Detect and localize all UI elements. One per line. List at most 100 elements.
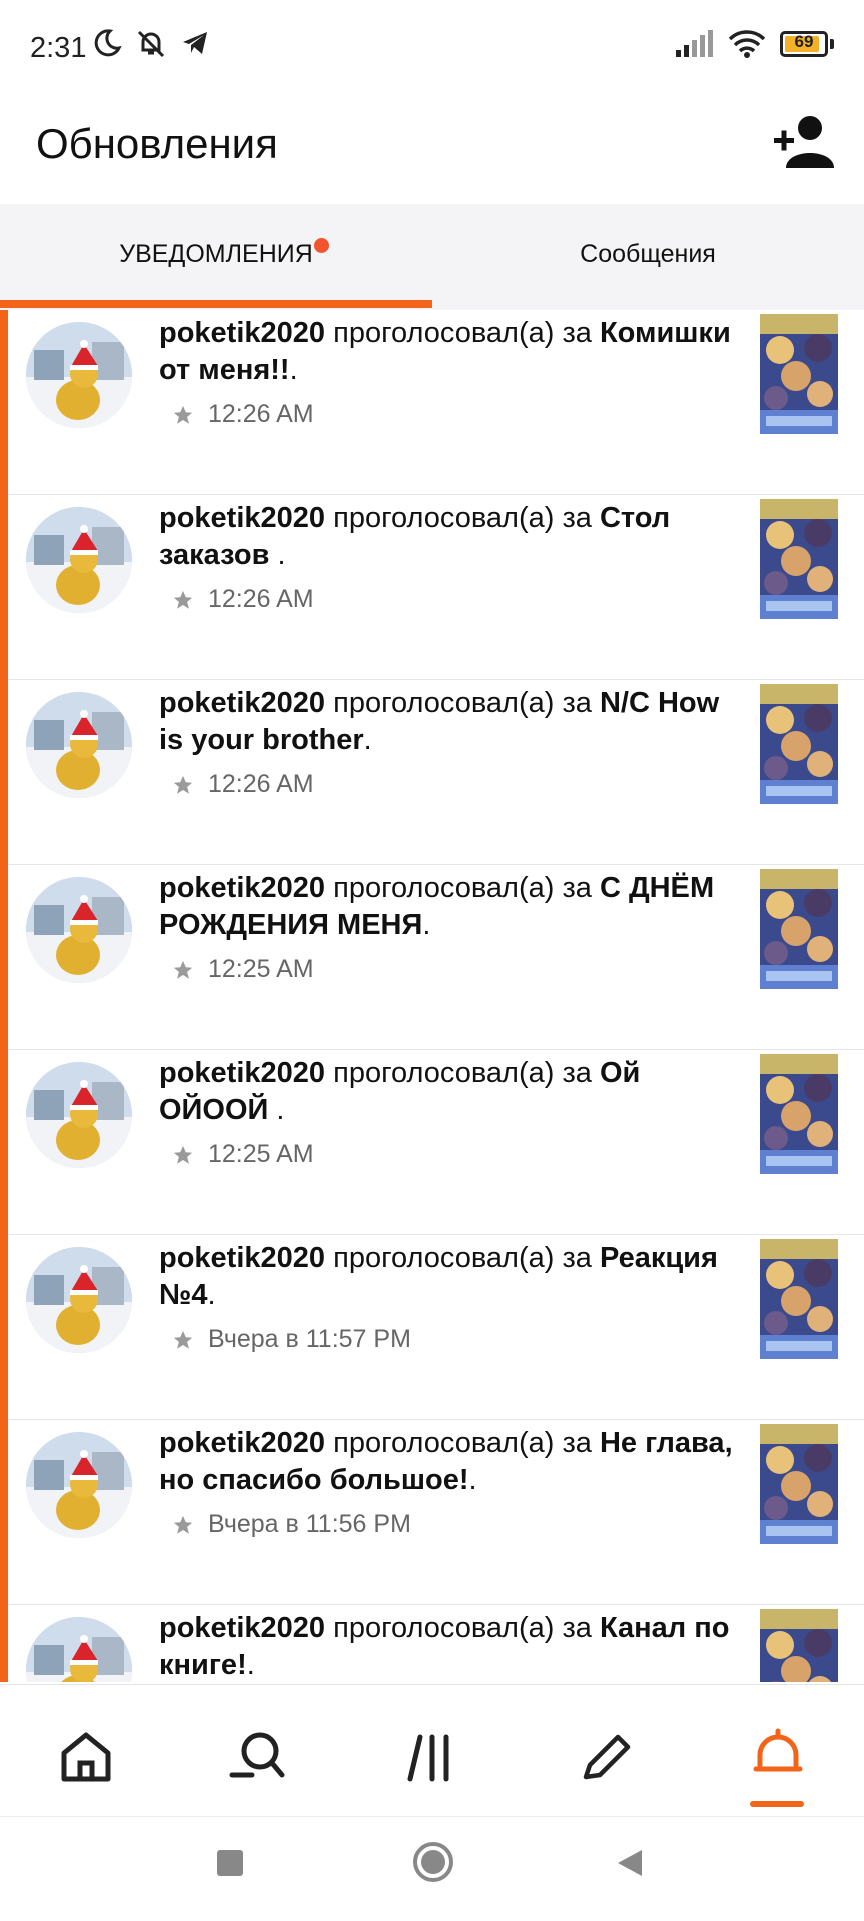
tab-bar: УВЕДОМЛЕНИЯ Сообщения	[0, 204, 864, 310]
star-icon	[173, 405, 193, 424]
user-name[interactable]: poketik2020	[159, 1057, 325, 1089]
notification-text: poketik2020 проголосовал(а) за Ой ОЙООЙ …	[159, 1055, 739, 1129]
timestamp: 12:26 AM	[172, 770, 314, 799]
status-time: 2:31	[30, 32, 87, 64]
status-bar: 2:31 69	[0, 0, 864, 100]
add-user-icon[interactable]	[772, 114, 836, 170]
avatar[interactable]	[26, 1617, 132, 1682]
notification-row[interactable]: poketik2020 проголосовал(а) за Стол зака…	[8, 495, 864, 680]
moon-icon	[94, 29, 122, 57]
user-name[interactable]: poketik2020	[159, 687, 325, 719]
time-label: 12:25 AM	[208, 1140, 314, 1168]
notification-text: poketik2020 проголосовал(а) за Не глава,…	[159, 1425, 739, 1499]
time-label: 12:25 AM	[208, 955, 314, 983]
signal-icon	[676, 30, 713, 57]
notification-row[interactable]: poketik2020 проголосовал(а) за Канал по …	[8, 1605, 864, 1682]
tab-notifications[interactable]: УВЕДОМЛЕНИЯ	[0, 204, 432, 304]
title-suffix: .	[363, 724, 372, 756]
recents-button[interactable]	[214, 1847, 246, 1879]
title-suffix: .	[422, 909, 431, 941]
library-icon[interactable]	[402, 1727, 462, 1787]
star-icon	[173, 960, 193, 979]
action-text: проголосовал(а) за	[333, 1057, 592, 1089]
action-text: проголосовал(а) за	[333, 502, 592, 534]
notification-text: poketik2020 проголосовал(а) за Реакция №…	[159, 1240, 739, 1314]
notification-row[interactable]: poketik2020 проголосовал(а) за С ДНЁМ РО…	[8, 865, 864, 1050]
system-navigation	[0, 1816, 864, 1921]
story-cover[interactable]	[760, 1239, 838, 1359]
action-text: проголосовал(а) за	[333, 687, 592, 719]
time-label: 12:26 AM	[208, 400, 314, 428]
cover-image	[760, 1239, 838, 1359]
user-name[interactable]: poketik2020	[159, 872, 325, 904]
pencil-icon[interactable]	[576, 1727, 636, 1787]
title-suffix: .	[289, 354, 298, 386]
time-label: Вчера в 11:56 PM	[208, 1510, 411, 1538]
search-icon[interactable]	[228, 1727, 288, 1787]
time-label: 12:26 AM	[208, 585, 314, 613]
timestamp: 12:26 AM	[172, 585, 314, 614]
avatar[interactable]	[26, 692, 132, 798]
back-button[interactable]	[614, 1847, 646, 1879]
avatar-image	[26, 692, 132, 798]
story-cover[interactable]	[760, 1054, 838, 1174]
page-title: Обновления	[36, 120, 278, 167]
timestamp: 12:26 AM	[172, 400, 314, 429]
user-name[interactable]: poketik2020	[159, 502, 325, 534]
home-button[interactable]	[412, 1841, 454, 1883]
story-cover[interactable]	[760, 1609, 838, 1682]
notification-row[interactable]: poketik2020 проголосовал(а) за Реакция №…	[8, 1235, 864, 1420]
notification-row[interactable]: poketik2020 проголосовал(а) за N/C How i…	[8, 680, 864, 865]
battery-level: 69	[794, 32, 814, 51]
home-icon[interactable]	[56, 1727, 116, 1787]
star-icon	[173, 1145, 193, 1164]
notification-list[interactable]: poketik2020 проголосовал(а) за Комишки о…	[0, 310, 864, 1682]
avatar[interactable]	[26, 1062, 132, 1168]
bottom-navigation	[0, 1684, 864, 1817]
avatar[interactable]	[26, 1432, 132, 1538]
title-suffix: .	[207, 1279, 216, 1311]
avatar[interactable]	[26, 1247, 132, 1353]
title-suffix: .	[246, 1649, 255, 1681]
user-name[interactable]: poketik2020	[159, 317, 325, 349]
timestamp: 12:25 AM	[172, 1140, 314, 1169]
action-text: проголосовал(а) за	[333, 1242, 592, 1274]
notification-row[interactable]: poketik2020 проголосовал(а) за Не глава,…	[8, 1420, 864, 1605]
wifi-icon	[728, 30, 766, 58]
time-label: Вчера в 11:57 PM	[208, 1325, 411, 1353]
cover-image	[760, 1609, 838, 1682]
user-name[interactable]: poketik2020	[159, 1427, 325, 1459]
bell-icon[interactable]	[748, 1727, 808, 1787]
battery-icon: 69	[780, 31, 828, 57]
avatar-image	[26, 322, 132, 428]
title-suffix: .	[468, 1464, 477, 1496]
bell-off-icon	[137, 30, 165, 58]
title-suffix: .	[268, 1094, 285, 1126]
notification-text: poketik2020 проголосовал(а) за Стол зака…	[159, 500, 739, 574]
avatar[interactable]	[26, 507, 132, 613]
notification-row[interactable]: poketik2020 проголосовал(а) за Ой ОЙООЙ …	[8, 1050, 864, 1235]
cover-image	[760, 684, 838, 804]
action-text: проголосовал(а) за	[333, 317, 592, 349]
story-cover[interactable]	[760, 499, 838, 619]
user-name[interactable]: poketik2020	[159, 1242, 325, 1274]
avatar[interactable]	[26, 322, 132, 428]
cover-image	[760, 1424, 838, 1544]
telegram-icon	[183, 32, 207, 54]
action-text: проголосовал(а) за	[333, 1612, 592, 1644]
cover-image	[760, 1054, 838, 1174]
avatar-image	[26, 1432, 132, 1538]
time-label: 12:26 AM	[208, 770, 314, 798]
cover-image	[760, 869, 838, 989]
story-cover[interactable]	[760, 869, 838, 989]
user-name[interactable]: poketik2020	[159, 1612, 325, 1644]
avatar[interactable]	[26, 877, 132, 983]
timestamp: Вчера в 11:57 PM	[172, 1325, 411, 1354]
story-cover[interactable]	[760, 1424, 838, 1544]
avatar-image	[26, 507, 132, 613]
story-cover[interactable]	[760, 684, 838, 804]
notification-row[interactable]: poketik2020 проголосовал(а) за Комишки о…	[8, 310, 864, 495]
tab-messages[interactable]: Сообщения	[432, 204, 864, 304]
story-cover[interactable]	[760, 314, 838, 434]
action-text: проголосовал(а) за	[333, 872, 592, 904]
